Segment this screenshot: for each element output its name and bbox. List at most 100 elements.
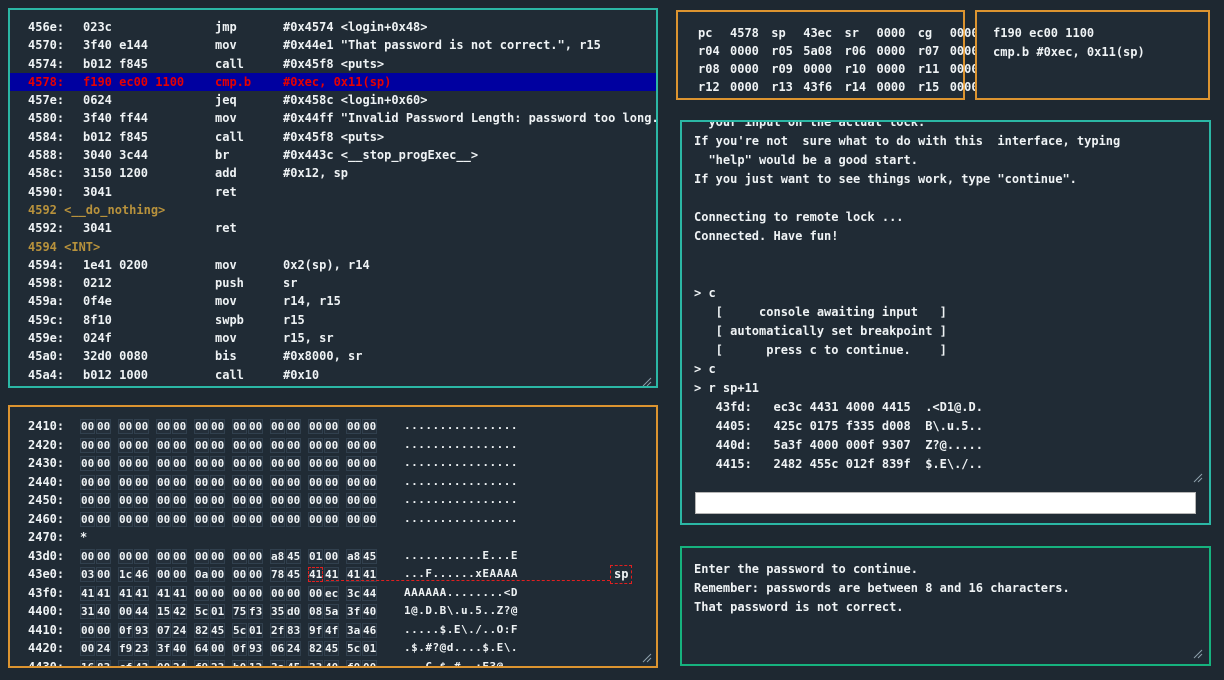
register: sp43ec bbox=[771, 24, 837, 42]
disassembly-operands: r14, r15 bbox=[283, 292, 341, 310]
memory-byte: 00 bbox=[172, 438, 187, 453]
memory-byte: 64 bbox=[194, 641, 209, 656]
memory-byte: 00 bbox=[248, 512, 263, 527]
memory-byte: 5a bbox=[324, 604, 339, 619]
register: r060000 bbox=[844, 42, 910, 60]
memory-byte: 41 bbox=[118, 586, 133, 601]
register-name: r05 bbox=[771, 42, 803, 60]
resize-handle-icon[interactable] bbox=[1193, 468, 1203, 478]
disassembly-row[interactable]: 4574:b012 f845call#0x45f8 <puts> bbox=[10, 55, 656, 73]
disassembly-row[interactable]: 4594:1e41 0200mov0x2(sp), r14 bbox=[10, 256, 656, 274]
register-name: r06 bbox=[844, 42, 876, 60]
disassembly-opcode: mov bbox=[215, 109, 275, 127]
disassembly-bytes: 3f40 ff44 bbox=[83, 109, 207, 127]
memory-byte: 00 bbox=[324, 438, 339, 453]
disassembly-row[interactable]: 4592:3041ret bbox=[10, 219, 656, 237]
disassembly-row[interactable]: 4598:0212pushsr bbox=[10, 274, 656, 292]
memory-byte: 40 bbox=[96, 604, 111, 619]
memory-byte: 41 bbox=[80, 586, 95, 601]
memory-byte: 40 bbox=[324, 660, 339, 668]
disassembly-address: 45a4: bbox=[28, 366, 75, 384]
memory-ascii: AAAAAA........<D bbox=[404, 584, 518, 603]
memory-byte: 40 bbox=[172, 641, 187, 656]
resize-handle-icon[interactable] bbox=[1193, 644, 1203, 654]
memory-byte: 5c bbox=[232, 623, 247, 638]
disassembly-row[interactable]: 459c:8f10swpbr15 bbox=[10, 311, 656, 329]
lock-io-panel: Enter the password to continue. Remember… bbox=[680, 546, 1211, 666]
disassembly-row[interactable]: 457e:0624jeq#0x458c <login+0x60> bbox=[10, 91, 656, 109]
memory-byte: 00 bbox=[172, 567, 187, 582]
disassembly-row[interactable]: 459a:0f4emovr14, r15 bbox=[10, 292, 656, 310]
memory-row: 2460:00000000000000000000000000000000...… bbox=[10, 510, 656, 529]
memory-byte: 00 bbox=[80, 641, 95, 656]
memory-byte: 00 bbox=[286, 438, 301, 453]
register-row: pc4578 sp43ec sr0000 cg0000 bbox=[698, 24, 963, 42]
disassembly-row[interactable]: 4578:f190 ec00 1100cmp.b#0xec, 0x11(sp) bbox=[10, 73, 656, 91]
memory-byte: 00 bbox=[156, 567, 171, 582]
disassembly-row[interactable]: 4592 <__do_nothing> bbox=[10, 201, 656, 219]
register-value: 5a08 bbox=[803, 44, 832, 58]
console-output-text: your input on the actual lock. If you're… bbox=[694, 122, 1197, 474]
resize-handle-icon[interactable] bbox=[642, 648, 652, 658]
disassembly-bytes: 3040 3c44 bbox=[83, 146, 207, 164]
register-value: 0000 bbox=[876, 80, 905, 94]
memory-byte: 00 bbox=[118, 604, 133, 619]
memory-byte: a8 bbox=[270, 549, 285, 564]
disassembly-row[interactable]: 4570:3f40 e144mov#0x44e1 "That password … bbox=[10, 36, 656, 54]
memory-byte: 93 bbox=[248, 641, 263, 656]
memory-byte: 07 bbox=[156, 623, 171, 638]
disassembly-row[interactable]: 45a0:32d0 0080bis#0x8000, sr bbox=[10, 347, 656, 365]
memory-row: 4420:0024f9233f4064000f93062482455c01.$.… bbox=[10, 639, 656, 658]
register-name: sp bbox=[771, 24, 803, 42]
memory-byte: 24 bbox=[96, 641, 111, 656]
memory-byte: 00 bbox=[232, 419, 247, 434]
disassembly-row[interactable]: 4590:3041ret bbox=[10, 183, 656, 201]
register-value: 0000 bbox=[803, 62, 832, 76]
disassembly-bytes: 3150 1200 bbox=[83, 164, 207, 182]
disassembly-operands: #0xec, 0x11(sp) bbox=[283, 73, 391, 91]
resize-handle-icon[interactable] bbox=[642, 372, 652, 382]
memory-byte: 00 bbox=[210, 567, 225, 582]
memory-byte: 00 bbox=[308, 419, 323, 434]
disassembly-row[interactable]: 458c:3150 1200add#0x12, sp bbox=[10, 164, 656, 182]
memory-byte: 00 bbox=[362, 475, 377, 490]
register: r120000 bbox=[698, 78, 764, 96]
disassembly-operands: r15, sr bbox=[283, 329, 334, 347]
memory-byte: 00 bbox=[286, 512, 301, 527]
disassembly-address: 4584: bbox=[28, 128, 75, 146]
disassembly-row[interactable]: 45a4:b012 1000call#0x10 bbox=[10, 366, 656, 384]
current-instruction-panel: f190 ec00 1100 cmp.b #0xec, 0x11(sp) bbox=[975, 10, 1210, 100]
memory-byte: 00 bbox=[232, 493, 247, 508]
disassembly-row[interactable]: 4594 <INT> bbox=[10, 238, 656, 256]
disassembly-row[interactable]: 4588:3040 3c44br#0x443c <__stop_progExec… bbox=[10, 146, 656, 164]
disassembly-address: 458c: bbox=[28, 164, 75, 182]
memory-byte: 41 bbox=[96, 586, 111, 601]
memory-byte: 00 bbox=[324, 512, 339, 527]
memory-byte: 00 bbox=[156, 512, 171, 527]
memory-dump: 2410:00000000000000000000000000000000...… bbox=[10, 407, 656, 668]
disassembly-row[interactable]: 4580:3f40 ff44mov#0x44ff "Invalid Passwo… bbox=[10, 109, 656, 127]
register-name: r15 bbox=[918, 78, 950, 96]
disassembly-bytes: b012 1000 bbox=[83, 366, 207, 384]
memory-byte: 00 bbox=[362, 419, 377, 434]
memory-byte: 00 bbox=[248, 567, 263, 582]
disassembly-row[interactable]: 4584:b012 f845call#0x45f8 <puts> bbox=[10, 128, 656, 146]
memory-byte: 82 bbox=[308, 641, 323, 656]
memory-address: 2430: bbox=[28, 454, 72, 473]
memory-ascii: ................ bbox=[404, 417, 518, 436]
memory-byte: b0 bbox=[232, 660, 247, 668]
memory-address: 4420: bbox=[28, 639, 72, 658]
memory-byte: * bbox=[80, 530, 87, 545]
memory-byte: 00 bbox=[270, 456, 285, 471]
memory-byte: 00 bbox=[194, 419, 209, 434]
memory-byte: 06 bbox=[270, 641, 285, 656]
disassembly-opcode: jmp bbox=[215, 18, 275, 36]
disassembly-address: 459a: bbox=[28, 292, 75, 310]
memory-byte: 00 bbox=[248, 475, 263, 490]
memory-byte: 00 bbox=[156, 419, 171, 434]
memory-byte: 0f bbox=[232, 641, 247, 656]
disassembly-row[interactable]: 456e:023cjmp#0x4574 <login+0x48> bbox=[10, 18, 656, 36]
console-input[interactable] bbox=[695, 492, 1196, 514]
memory-byte: 00 bbox=[286, 456, 301, 471]
disassembly-row[interactable]: 459e:024fmovr15, sr bbox=[10, 329, 656, 347]
